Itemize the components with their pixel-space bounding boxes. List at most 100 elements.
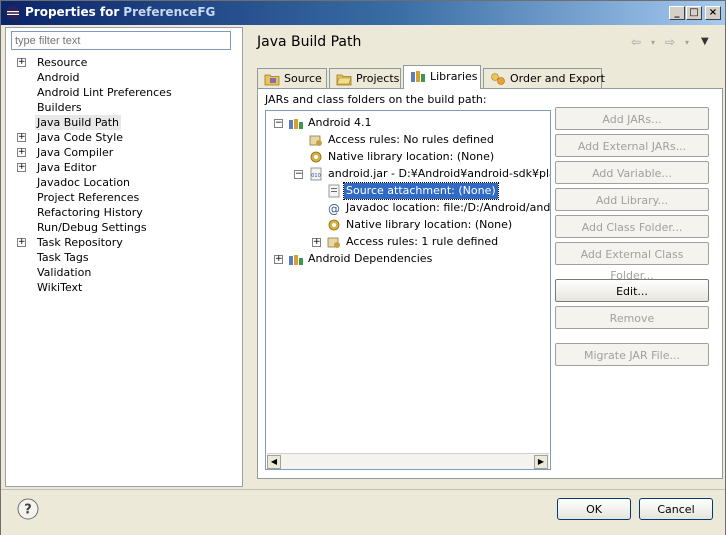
svg-text:?: ? (24, 503, 32, 518)
native-library-icon (328, 219, 340, 231)
page-title: Java Build Path (257, 34, 362, 50)
expand-icon[interactable]: + (17, 148, 26, 157)
nav-item-refactoring-history[interactable]: Refactoring History (15, 205, 241, 220)
nav-item-java-build-path[interactable]: Java Build Path (15, 115, 241, 130)
tree-node[interactable]: + Android Dependencies (266, 251, 550, 267)
nav-item-java-compiler[interactable]: + Java Compiler (15, 145, 241, 160)
help-icon[interactable]: ? (17, 498, 39, 520)
cancel-button[interactable]: Cancel (639, 498, 713, 520)
expand-icon[interactable]: + (17, 163, 26, 172)
migrate-jar-button[interactable]: Migrate JAR File... (555, 343, 709, 366)
svg-text:010: 010 (311, 173, 321, 179)
expand-icon[interactable]: + (17, 133, 26, 142)
add-variable-button[interactable]: Add Variable... (555, 161, 709, 184)
nav-item-builders[interactable]: Builders (15, 100, 241, 115)
scroll-right-icon[interactable]: ▶ (534, 455, 548, 469)
scroll-left-icon[interactable]: ◀ (267, 455, 281, 469)
tab-projects-label: Projects (356, 72, 400, 85)
back-dropdown-icon[interactable]: ▾ (651, 38, 655, 47)
nav-item-label: Project References (37, 191, 140, 204)
nav-item-task-repository[interactable]: + Task Repository (15, 235, 241, 250)
jar-icon: 010 (310, 167, 322, 181)
build-path-tabs: Source Projects Libraries Order and Expo… (257, 65, 723, 89)
nav-item-project-references[interactable]: Project References (15, 190, 241, 205)
collapse-icon[interactable]: − (294, 170, 303, 179)
add-library-button[interactable]: Add Library... (555, 188, 709, 211)
preference-nav-list: + Resource Android Android Lint Preferences… (15, 55, 241, 295)
nav-item-task-tags[interactable]: Task Tags (15, 250, 241, 265)
window-title-project: PreferenceFG (123, 5, 216, 19)
page-navigation: ⇦ ▾ ⇨ ▾ ▼ (629, 35, 719, 49)
nav-item-java-editor[interactable]: + Java Editor (15, 160, 241, 175)
tree-node-label: Source attachment: (None) (343, 182, 499, 200)
scroll-thumb[interactable] (282, 455, 532, 469)
tree-node[interactable]: Native library location: (None) (266, 149, 550, 165)
nav-item-java-code-style[interactable]: + Java Code Style (15, 130, 241, 145)
tab-source[interactable]: Source (257, 68, 327, 88)
tab-libraries-label: Libraries (430, 70, 478, 83)
edit-button[interactable]: Edit... (555, 279, 709, 302)
libraries-tree[interactable]: − Android 4.1 Access rules: No rules defin… (265, 110, 551, 470)
tab-source-label: Source (284, 72, 322, 85)
tree-node[interactable]: Source attachment: (None) (266, 182, 550, 200)
tree-node[interactable]: − 010 android.jar - D:¥Android¥android-sdk… (266, 166, 551, 182)
view-menu-icon[interactable]: ▼ (701, 36, 709, 47)
nav-item-label: WikiText (37, 281, 83, 294)
tree-node-label: Native library location: (None) (328, 150, 495, 163)
add-jars-button[interactable]: Add JARs... (555, 107, 709, 130)
tree-node[interactable]: − Android 4.1 (266, 115, 550, 131)
forward-arrow-icon[interactable]: ⇨ (665, 35, 675, 49)
add-external-class-folder-button[interactable]: Add External Class Folder... (555, 242, 709, 282)
expand-icon[interactable]: + (17, 58, 26, 67)
tree-node[interactable]: Access rules: No rules defined (266, 132, 550, 148)
nav-item-label: Builders (37, 101, 82, 114)
nav-item-android-lint-preferences[interactable]: Android Lint Preferences (15, 85, 241, 100)
source-folder-icon (264, 74, 280, 86)
tree-node[interactable]: Native library location: (None) (266, 217, 550, 233)
close-button[interactable]: × (705, 6, 721, 20)
tree-node-label: android.jar - D:¥Android¥android-sdk¥pla… (328, 167, 551, 180)
expand-icon[interactable]: + (17, 238, 26, 247)
back-arrow-icon[interactable]: ⇦ (631, 35, 641, 49)
eclipse-app-icon (6, 6, 20, 20)
minimize-button[interactable]: _ (669, 6, 685, 20)
tab-order-and-export[interactable]: Order and Export (483, 68, 605, 88)
collapse-icon[interactable]: − (274, 119, 283, 128)
forward-dropdown-icon[interactable]: ▾ (685, 38, 689, 47)
horizontal-scrollbar[interactable]: ◀ ▶ (267, 453, 549, 469)
nav-item-wikitext[interactable]: WikiText (15, 280, 241, 295)
access-rules-icon (327, 237, 340, 248)
access-rules-icon (309, 135, 322, 146)
remove-button[interactable]: Remove (555, 306, 709, 329)
nav-item-validation[interactable]: Validation (15, 265, 241, 280)
svg-text:@: @ (328, 202, 340, 215)
nav-item-label: Java Build Path (35, 115, 122, 130)
tab-order-and-export-label: Order and Export (510, 72, 605, 85)
expand-icon[interactable]: + (274, 255, 283, 264)
tree-node[interactable]: @ Javadoc location: file:/D:/Android/andr… (266, 200, 551, 216)
nav-item-label: Javadoc Location (37, 176, 131, 189)
nav-item-android[interactable]: Android (15, 70, 241, 85)
nav-item-resource[interactable]: + Resource (15, 55, 241, 70)
tab-libraries[interactable]: Libraries (403, 65, 481, 89)
tree-node-label: Android Dependencies (308, 252, 433, 265)
add-external-jars-button[interactable]: Add External JARs... (555, 134, 709, 157)
nav-item-label: Validation (37, 266, 92, 279)
ok-button[interactable]: OK (557, 498, 631, 520)
order-export-icon (491, 73, 505, 85)
window-title-prefix: Properties for (25, 5, 120, 19)
maximize-button[interactable]: □ (686, 6, 702, 20)
tree-node[interactable]: + Access rules: 1 rule defined (266, 234, 550, 250)
expand-icon[interactable]: + (312, 238, 321, 247)
nav-item-label: Java Editor (37, 161, 97, 174)
projects-folder-icon (336, 74, 352, 86)
tree-node-label: Javadoc location: file:/D:/Android/andro (346, 201, 551, 214)
nav-item-javadoc-location[interactable]: Javadoc Location (15, 175, 241, 190)
tab-projects[interactable]: Projects (329, 68, 401, 88)
add-class-folder-button[interactable]: Add Class Folder... (555, 215, 709, 238)
nav-item-run-debug-settings[interactable]: Run/Debug Settings (15, 220, 241, 235)
filter-input[interactable] (11, 31, 231, 50)
library-icon (289, 119, 303, 129)
title-bar[interactable]: Properties for PreferenceFG _ □ × (1, 1, 725, 25)
nav-item-label: Resource (37, 56, 88, 69)
